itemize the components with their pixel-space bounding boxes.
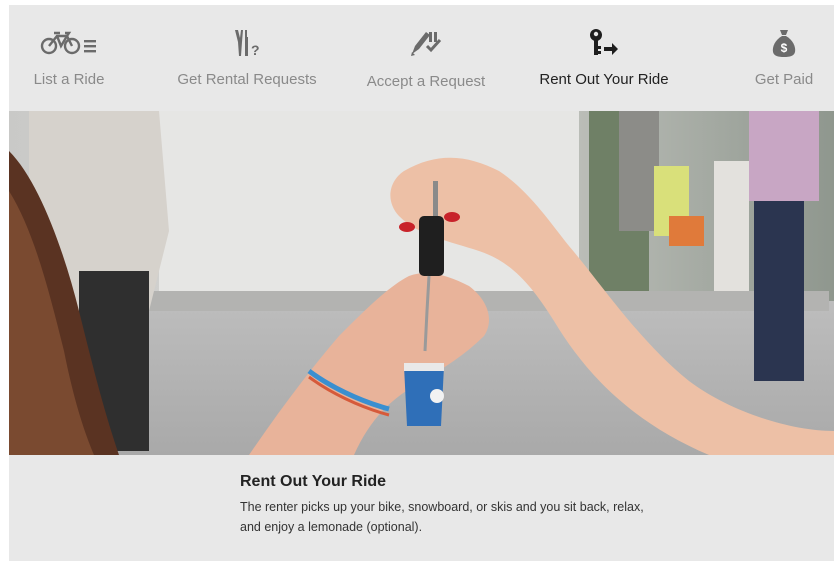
money-bag-icon: $ — [771, 23, 797, 63]
step-title: Rent Out Your Ride — [240, 473, 387, 490]
step-body-text: The renter picks up your bike, snowboard… — [240, 500, 644, 534]
steps-nav: List a Ride ? Get Rental Requests Accept… — [9, 5, 834, 111]
step-label: Get Paid — [754, 71, 814, 88]
step-get-paid[interactable]: $ Get Paid — [744, 5, 824, 111]
key-arrow-icon — [588, 23, 620, 63]
step-rent-out-your-ride[interactable]: Rent Out Your Ride — [525, 5, 683, 111]
step-label: List a Ride — [33, 71, 105, 88]
how-it-works-panel: List a Ride ? Get Rental Requests Accept… — [9, 5, 834, 561]
step-description: Rent Out Your Ride The renter picks up y… — [240, 473, 660, 537]
step-label: Rent Out Your Ride — [539, 71, 669, 88]
svg-text:$: $ — [781, 41, 788, 55]
step-list-a-ride[interactable]: List a Ride — [21, 5, 117, 111]
step-get-rental-requests[interactable]: ? Get Rental Requests — [167, 5, 327, 111]
step-label: Accept a Request — [366, 73, 486, 90]
svg-text:?: ? — [251, 42, 260, 58]
hero-photo — [9, 111, 834, 455]
pen-check-icon — [409, 23, 443, 63]
bicycle-list-icon — [40, 23, 98, 63]
tools-question-icon: ? — [232, 23, 262, 63]
step-accept-a-request[interactable]: Accept a Request — [355, 5, 497, 111]
step-label: Get Rental Requests — [177, 71, 317, 88]
